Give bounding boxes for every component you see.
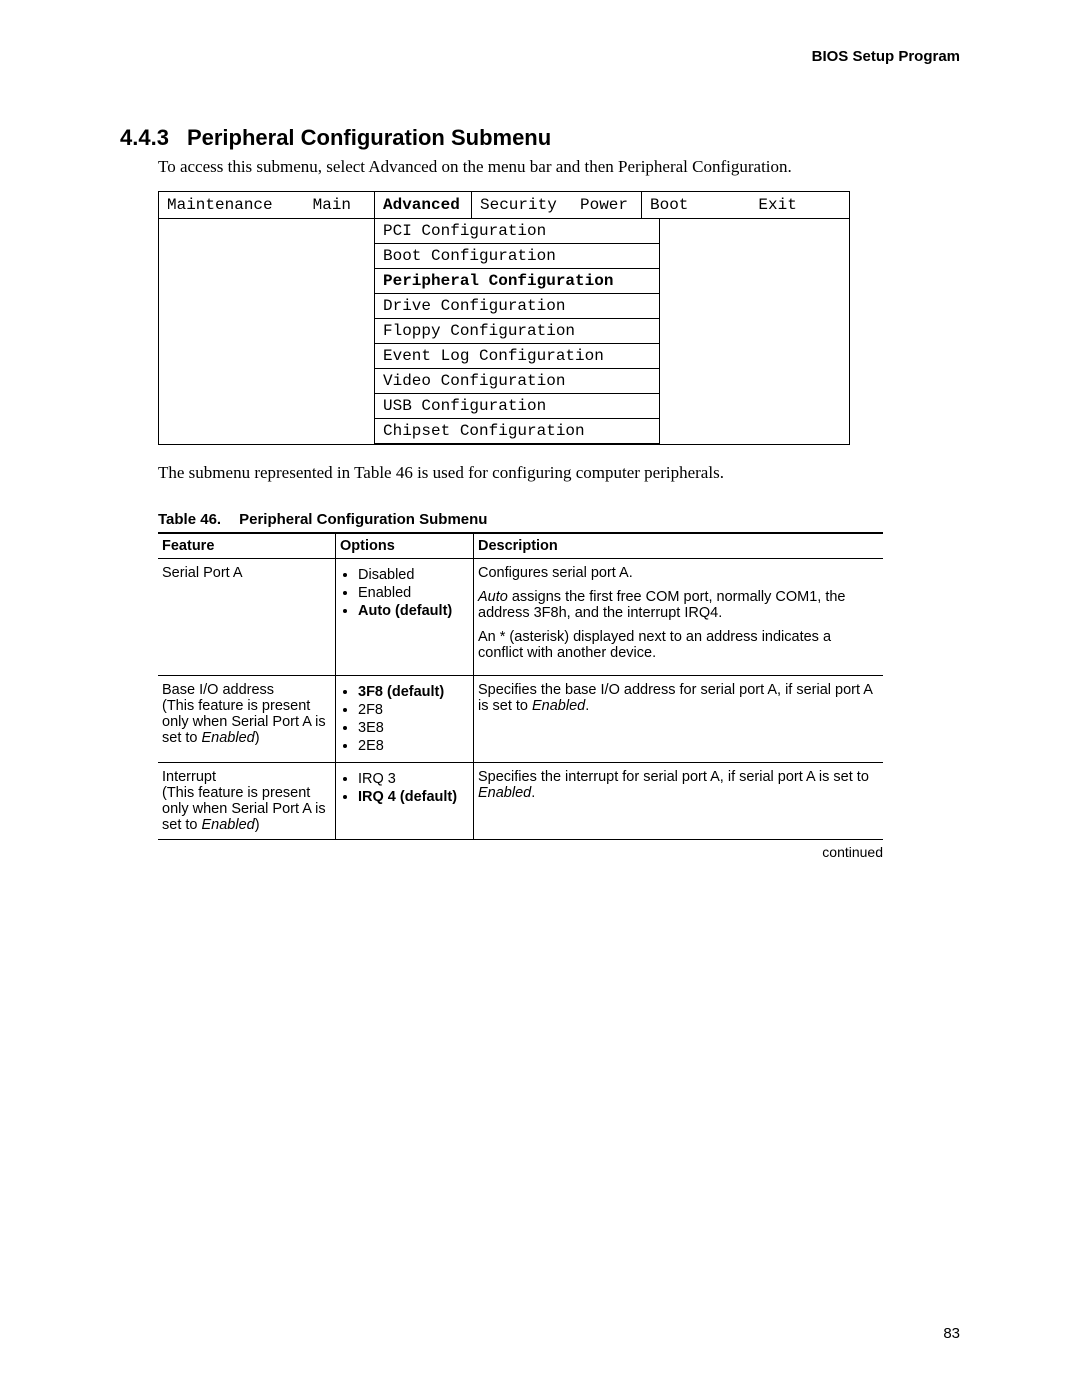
menu-item-main: Main [313,196,351,214]
submenu-row: Event Log Configuration [159,344,849,369]
cell-feature: Serial Port A [158,559,336,676]
submenu-row: USB Configuration [159,394,849,419]
cell-feature: Base I/O address(This feature is present… [158,676,336,763]
submenu-row: Chipset Configuration [159,419,849,444]
table-caption: Table 46. Peripheral Configuration Submen… [158,511,960,528]
menu-item-exit: Exit [758,196,796,214]
col-description: Description [474,533,884,559]
table-title: Peripheral Configuration Submenu [239,511,487,528]
table-continued: continued [158,844,883,860]
submenu-item: Floppy Configuration [374,319,660,344]
submenu-item: USB Configuration [374,394,660,419]
running-header: BIOS Setup Program [120,48,960,65]
submenu-item: Boot Configuration [374,244,660,269]
cell-description: Specifies the base I/O address for seria… [474,676,884,763]
section-title-text: Peripheral Configuration Submenu [187,125,551,150]
bios-menu-diagram: MaintenanceMain Advanced Security Power … [158,191,850,445]
submenu-item: Peripheral Configuration [374,269,660,294]
submenu-row: Floppy Configuration [159,319,849,344]
section-intro: To access this submenu, select Advanced … [158,157,960,177]
bios-menu-bar: MaintenanceMain Advanced Security Power … [159,192,849,219]
submenu-item: Video Configuration [374,369,660,394]
section-number: 4.4.3 [120,125,169,151]
cell-description: Configures serial port A.Auto assigns th… [474,559,884,676]
table-header-row: Feature Options Description [158,533,883,559]
post-diagram-text: The submenu represented in Table 46 is u… [158,463,960,483]
menu-item-boot: Boot [650,196,688,214]
section-heading: 4.4.3 Peripheral Configuration Submenu [120,125,960,151]
submenu-item: Event Log Configuration [374,344,660,369]
table-row: Base I/O address(This feature is present… [158,676,883,763]
cell-description: Specifies the interrupt for serial port … [474,763,884,840]
menu-item-maintenance: Maintenance [167,196,273,214]
submenu-item: PCI Configuration [374,219,660,244]
submenu-row: Boot Configuration [159,244,849,269]
col-feature: Feature [158,533,336,559]
cell-feature: Interrupt(This feature is present only w… [158,763,336,840]
submenu-row: Video Configuration [159,369,849,394]
peripheral-config-table: Feature Options Description Serial Port … [158,532,883,840]
table-row: Interrupt(This feature is present only w… [158,763,883,840]
cell-options: IRQ 3IRQ 4 (default) [336,763,474,840]
page-number: 83 [943,1325,960,1342]
submenu-item: Chipset Configuration [374,419,660,444]
submenu-row: Drive Configuration [159,294,849,319]
col-options: Options [336,533,474,559]
submenu-row: Peripheral Configuration [159,269,849,294]
table-row: Serial Port ADisabledEnabledAuto (defaul… [158,559,883,676]
table-number: Table 46. [158,511,221,528]
cell-options: DisabledEnabledAuto (default) [336,559,474,676]
cell-options: 3F8 (default)2F83E82E8 [336,676,474,763]
menu-item-advanced: Advanced [374,192,472,219]
menu-item-security: Security [472,192,572,219]
menu-item-power: Power [572,192,642,219]
submenu-row: PCI Configuration [159,219,849,244]
bios-submenu-list: PCI ConfigurationBoot ConfigurationPerip… [159,219,849,444]
submenu-item: Drive Configuration [374,294,660,319]
